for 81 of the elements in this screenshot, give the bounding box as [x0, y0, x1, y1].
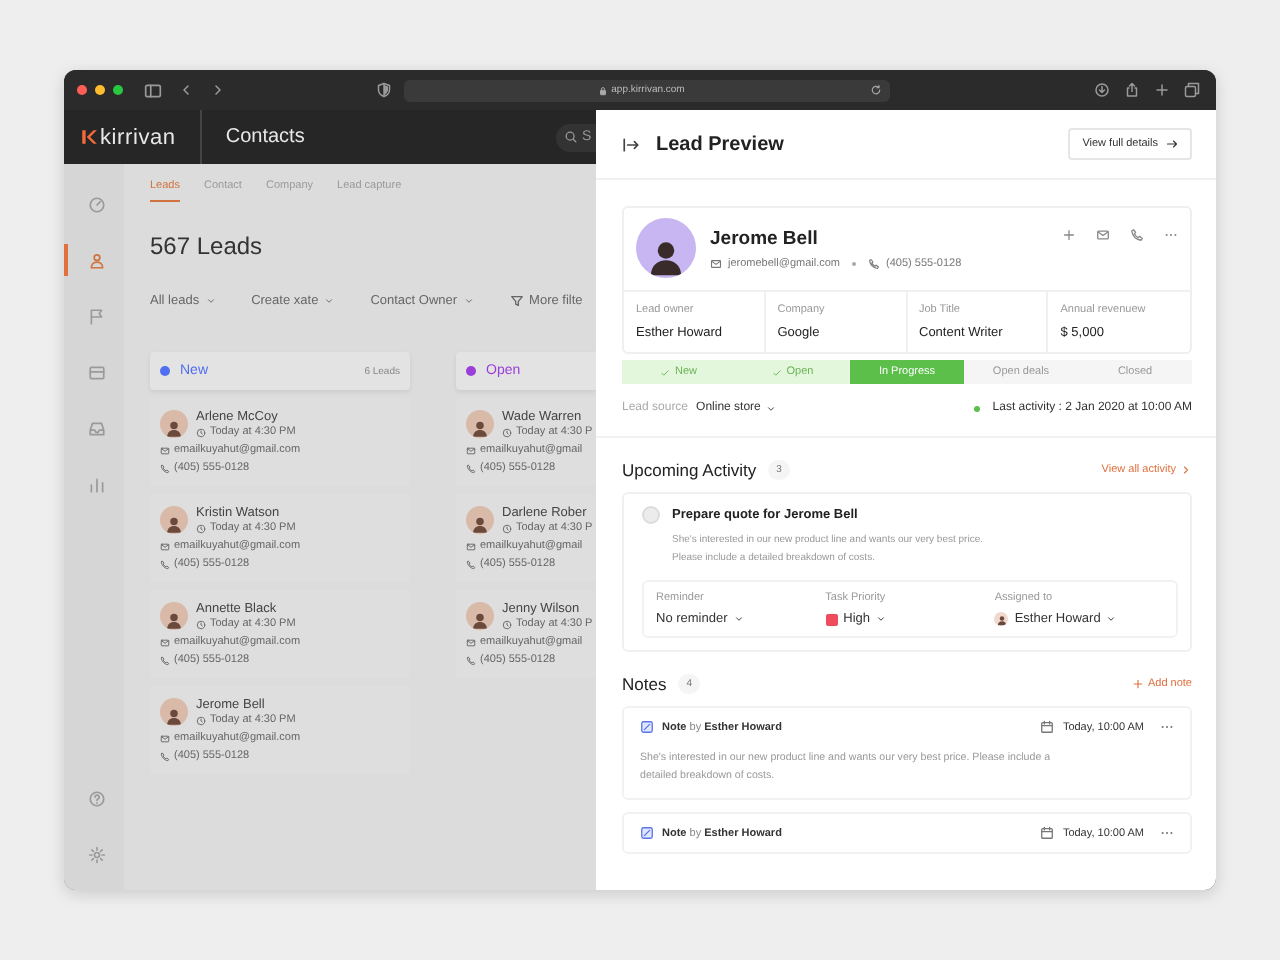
phone-icon[interactable]	[1130, 228, 1144, 242]
mail-icon	[160, 445, 170, 455]
mail-icon	[160, 733, 170, 743]
phone-icon	[868, 257, 881, 269]
clock-icon	[196, 715, 206, 725]
person-silhouette-icon	[470, 514, 490, 534]
gauge-icon	[87, 195, 105, 213]
chevron-down-icon	[1106, 614, 1117, 624]
shield-icon[interactable]	[376, 82, 392, 98]
mail-icon	[466, 541, 476, 551]
person-silhouette-icon	[164, 514, 184, 534]
clock-icon	[196, 523, 206, 533]
mail-icon	[160, 637, 170, 647]
flag-icon	[87, 307, 105, 325]
chevron-down-icon	[766, 403, 777, 413]
mail-icon	[710, 257, 722, 269]
clock-icon	[502, 619, 512, 629]
phone-icon	[160, 655, 170, 665]
clock-icon	[502, 523, 512, 533]
help-icon	[87, 789, 105, 807]
calendar-icon	[1040, 720, 1055, 734]
mail-icon	[466, 445, 476, 455]
new-tab-icon[interactable]	[1154, 82, 1170, 98]
inbox-icon	[87, 419, 105, 437]
phone-icon	[160, 559, 170, 569]
check-icon	[660, 367, 671, 377]
forward-icon[interactable]	[210, 82, 226, 98]
bar-chart-icon	[87, 475, 105, 493]
window-controls-icon[interactable]	[76, 84, 128, 96]
note-icon	[640, 720, 654, 734]
chevron-down-icon	[205, 296, 216, 306]
sidebar-toggle-icon[interactable]	[144, 81, 162, 99]
section-title: Contacts	[225, 126, 305, 148]
tabs-icon[interactable]	[1184, 82, 1200, 98]
person-silhouette-icon	[470, 610, 490, 630]
arrow-right-icon	[1166, 138, 1178, 150]
page-heading: 567 Leads	[150, 232, 265, 260]
person-icon	[87, 251, 105, 269]
logo-icon	[80, 128, 98, 146]
clock-icon	[196, 619, 206, 629]
person-silhouette-icon	[164, 706, 184, 726]
phone-icon	[466, 559, 476, 569]
chevron-down-icon	[463, 296, 474, 306]
section-title: Notes	[622, 674, 667, 694]
share-icon[interactable]	[1124, 82, 1140, 98]
reload-icon[interactable]	[870, 84, 882, 96]
chevron-down-icon	[324, 296, 335, 306]
phone-icon	[160, 751, 170, 761]
lead-name: Jerome Bell	[710, 227, 820, 249]
logo-text: kirrivan	[100, 125, 176, 149]
add-icon[interactable]	[1062, 228, 1076, 242]
task-checkbox[interactable]	[642, 506, 660, 524]
chevron-down-icon	[733, 614, 744, 624]
lock-icon	[597, 85, 608, 95]
mail-icon[interactable]	[1096, 228, 1110, 242]
chevron-down-icon	[876, 614, 887, 624]
collapse-panel-icon[interactable]	[622, 135, 640, 153]
search-icon	[564, 130, 578, 144]
settings-icon	[87, 845, 105, 863]
phone-icon	[160, 463, 170, 473]
panel-title: Lead Preview	[656, 133, 784, 155]
mail-icon	[466, 637, 476, 647]
filter-icon	[509, 294, 524, 308]
activity-dot	[974, 405, 981, 411]
clock-icon	[196, 427, 206, 437]
phone-icon	[466, 655, 476, 665]
clock-icon	[502, 427, 512, 437]
person-silhouette-icon	[164, 418, 184, 438]
plus-icon	[1131, 678, 1144, 690]
note-icon	[640, 826, 654, 840]
chevron-right-icon	[1180, 464, 1192, 476]
calendar-icon	[1040, 826, 1055, 840]
card-icon	[87, 363, 105, 381]
check-icon	[772, 367, 783, 377]
person-silhouette-icon	[470, 418, 490, 438]
section-title: Upcoming Activity	[622, 460, 757, 480]
person-silhouette-icon	[164, 610, 184, 630]
back-icon[interactable]	[178, 82, 194, 98]
mail-icon	[160, 541, 170, 551]
phone-icon	[466, 463, 476, 473]
download-icon[interactable]	[1094, 82, 1110, 98]
